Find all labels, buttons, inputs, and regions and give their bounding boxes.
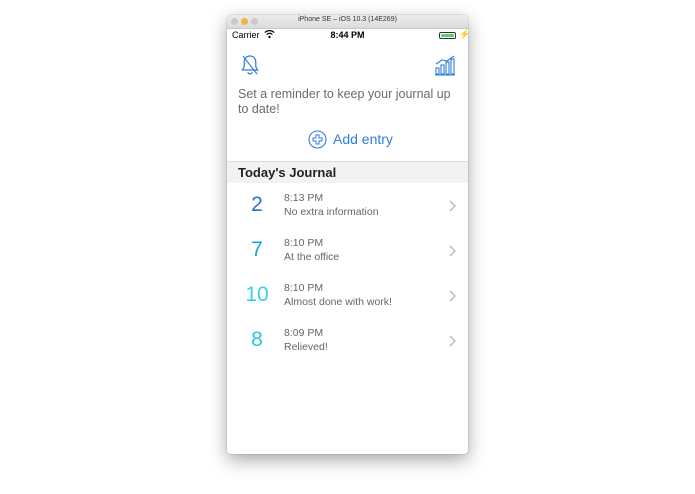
- simulator-window: iPhone SE – iOS 10.3 (14E269) Carrier 8:…: [227, 15, 468, 454]
- entry-score: 8: [251, 328, 263, 351]
- entry-time: 8:13 PM: [284, 192, 324, 204]
- chevron-right-icon: [449, 199, 456, 217]
- status-bar: Carrier 8:44 PM ⚡: [227, 29, 468, 43]
- section-header: Today's Journal: [227, 161, 468, 183]
- section-title: Today's Journal: [238, 165, 337, 180]
- entry-note: At the office: [284, 251, 340, 263]
- entry-note: Relieved!: [284, 341, 328, 353]
- battery-icon: [439, 32, 456, 39]
- chevron-right-icon: [449, 334, 456, 352]
- chevron-right-icon: [449, 244, 456, 262]
- entry-score: 10: [245, 283, 269, 306]
- add-entry-label: Add entry: [333, 131, 393, 147]
- bell-slash-icon[interactable]: [240, 54, 260, 81]
- journal-entry-row[interactable]: 10 8:10 PM Almost done with work!: [227, 273, 468, 318]
- status-time: 8:44 PM: [330, 30, 365, 40]
- reminder-text: Set a reminder to keep your journal up t…: [238, 87, 451, 116]
- bar-chart-icon[interactable]: [434, 54, 456, 81]
- entry-score: 2: [251, 193, 263, 216]
- entry-note: Almost done with work!: [284, 296, 392, 308]
- window-titlebar: iPhone SE – iOS 10.3 (14E269): [227, 15, 468, 29]
- journal-entry-row[interactable]: 2 8:13 PM No extra information: [227, 183, 468, 228]
- journal-entry-row[interactable]: 7 8:10 PM At the office: [227, 228, 468, 273]
- journal-entry-row[interactable]: 8 8:09 PM Relieved!: [227, 318, 468, 363]
- entry-note: No extra information: [284, 206, 379, 218]
- entry-time: 8:09 PM: [284, 327, 324, 339]
- entry-score: 7: [251, 238, 263, 261]
- entry-time: 8:10 PM: [284, 237, 324, 249]
- charging-icon: ⚡: [459, 29, 468, 39]
- battery-level: [441, 34, 454, 37]
- window-title: iPhone SE – iOS 10.3 (14E269): [298, 16, 397, 23]
- chevron-right-icon: [449, 289, 456, 307]
- plus-circle-icon: [308, 129, 327, 149]
- entry-time: 8:10 PM: [284, 282, 324, 294]
- add-entry-button[interactable]: Add entry: [308, 129, 393, 149]
